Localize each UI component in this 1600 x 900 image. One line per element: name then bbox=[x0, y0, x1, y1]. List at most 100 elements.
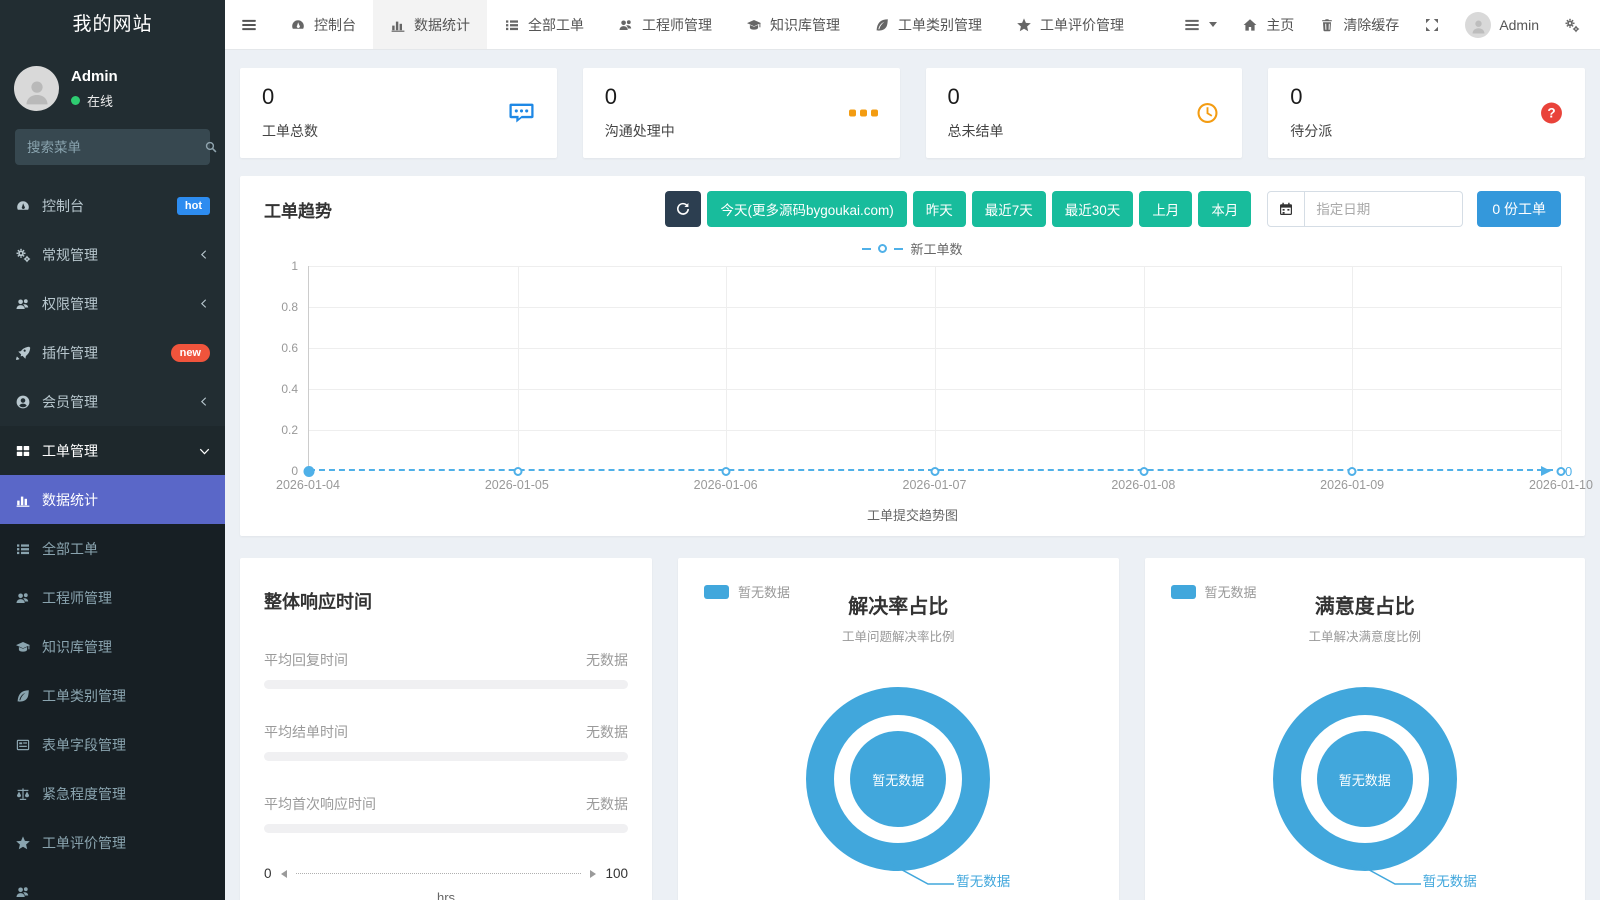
line-chart: 1 0.8 0.6 0.4 0.2 0 bbox=[264, 266, 1561, 471]
tab-knowledge[interactable]: 知识库管理 bbox=[729, 0, 857, 49]
ticket-count-button[interactable]: 0 份工单 bbox=[1477, 191, 1561, 227]
gauge-icon bbox=[290, 17, 306, 33]
balance-scale-icon bbox=[15, 786, 31, 802]
refresh-button[interactable] bbox=[665, 191, 701, 227]
fullscreen-button[interactable] bbox=[1424, 17, 1440, 33]
sidebar-item-members[interactable]: 会员管理 bbox=[0, 377, 225, 426]
sidebar-submenu: 数据统计 全部工单 工程师管理 知识库管理 工单类别管理 表单字段管理 紧急程度… bbox=[0, 475, 225, 900]
metric-value: 无数据 bbox=[586, 794, 628, 814]
sidebar-subitem-form-fields[interactable]: 表单字段管理 bbox=[0, 720, 225, 769]
sidebar-toggle-button[interactable] bbox=[225, 0, 273, 49]
pie-legend[interactable]: 暂无数据 bbox=[1171, 582, 1257, 601]
tab-dashboard[interactable]: 控制台 bbox=[273, 0, 373, 49]
pie-subtitle: 工单问题解决率比例 bbox=[702, 626, 1095, 645]
sidebar-subitem-all-tickets[interactable]: 全部工单 bbox=[0, 524, 225, 573]
last30-button[interactable]: 最近30天 bbox=[1052, 191, 1134, 227]
avatar bbox=[14, 66, 59, 111]
today-button[interactable]: 今天(更多源码bygoukai.com) bbox=[707, 191, 906, 227]
sidebar-subitem-statistics[interactable]: 数据统计 bbox=[0, 475, 225, 524]
y-axis-labels: 1 0.8 0.6 0.4 0.2 0 bbox=[264, 266, 308, 471]
gauge-icon bbox=[15, 198, 31, 214]
user-menu[interactable]: Admin bbox=[1465, 12, 1539, 38]
expand-icon bbox=[1424, 17, 1440, 33]
clear-cache-link[interactable]: 清除缓存 bbox=[1319, 15, 1399, 35]
new-badge: new bbox=[171, 344, 210, 362]
tab-categories[interactable]: 工单类别管理 bbox=[857, 0, 999, 49]
sidebar-search[interactable] bbox=[15, 129, 210, 165]
user-status: 在线 bbox=[71, 91, 118, 110]
last-month-button[interactable]: 上月 bbox=[1139, 191, 1192, 227]
sidebar-subitem-knowledge[interactable]: 知识库管理 bbox=[0, 622, 225, 671]
data-point bbox=[304, 466, 315, 477]
sidebar-item-workorders[interactable]: 工单管理 bbox=[0, 426, 225, 475]
data-point bbox=[513, 467, 522, 476]
tab-ratings[interactable]: 工单评价管理 bbox=[999, 0, 1141, 49]
stack-menu-icon bbox=[1183, 16, 1201, 34]
tab-all-tickets[interactable]: 全部工单 bbox=[487, 0, 601, 49]
donut-center-label: 暂无数据 bbox=[1317, 731, 1413, 827]
sidebar: 我的网站 Admin 在线 控制台 hot 常规管理 权限管理 插件管理 bbox=[0, 0, 225, 900]
pie-legend[interactable]: 暂无数据 bbox=[704, 582, 790, 601]
sidebar-subitem-engineers[interactable]: 工程师管理 bbox=[0, 573, 225, 622]
list-icon bbox=[504, 17, 520, 33]
legend-label: 新工单数 bbox=[910, 239, 962, 258]
legend-marker-icon bbox=[878, 244, 887, 253]
sidebar-subitem-urgency[interactable]: 紧急程度管理 bbox=[0, 769, 225, 818]
resolution-rate-card: 暂无数据 解决率占比 工单问题解决率比例 暂无数据 暂无数据 bbox=[678, 558, 1119, 900]
last7-button[interactable]: 最近7天 bbox=[972, 191, 1046, 227]
leaf-icon bbox=[874, 17, 890, 33]
search-icon[interactable] bbox=[204, 140, 218, 154]
trend-toolbar: 今天(更多源码bygoukai.com) 昨天 最近7天 最近30天 上月 本月… bbox=[665, 191, 1561, 227]
bar-chart-icon bbox=[390, 17, 406, 33]
sidebar-subitem-categories[interactable]: 工单类别管理 bbox=[0, 671, 225, 720]
data-point bbox=[931, 467, 940, 476]
tab-engineers[interactable]: 工程师管理 bbox=[601, 0, 729, 49]
caret-down-icon bbox=[1209, 22, 1217, 27]
star-icon bbox=[1016, 17, 1032, 33]
this-month-button[interactable]: 本月 bbox=[1198, 191, 1251, 227]
callout-line-icon bbox=[1337, 856, 1427, 900]
tab-statistics[interactable]: 数据统计 bbox=[373, 0, 487, 49]
metric-value: 无数据 bbox=[586, 722, 628, 742]
sidebar-subitem-ratings[interactable]: 工单评价管理 bbox=[0, 818, 225, 867]
end-value-label: 0 bbox=[1565, 464, 1572, 479]
date-input[interactable] bbox=[1305, 191, 1463, 227]
calendar-addon[interactable] bbox=[1267, 191, 1305, 227]
settings-button[interactable] bbox=[1564, 17, 1580, 33]
page-content: 0 工单总数 0 沟通处理中 0 总未结单 0 待分派 bbox=[225, 50, 1600, 900]
refresh-icon bbox=[675, 201, 691, 217]
brand-title: 我的网站 bbox=[0, 0, 225, 50]
stat-card-unresolved: 0 总未结单 bbox=[926, 68, 1243, 158]
stat-card-pending: 0 待分派 bbox=[1268, 68, 1585, 158]
sidebar-item-permission[interactable]: 权限管理 bbox=[0, 279, 225, 328]
chart-legend[interactable]: 新工单数 bbox=[264, 239, 1561, 258]
chevron-left-icon bbox=[199, 298, 210, 309]
hamburger-icon bbox=[240, 16, 258, 34]
progress-track bbox=[264, 752, 628, 761]
users-icon bbox=[15, 296, 31, 312]
sidebar-item-general[interactable]: 常规管理 bbox=[0, 230, 225, 279]
legend-swatch-icon bbox=[1171, 585, 1196, 599]
donut-chart: 暂无数据 bbox=[1273, 687, 1457, 871]
callout-line-icon bbox=[870, 856, 960, 900]
ellipsis-icon bbox=[849, 110, 878, 117]
tabs-dropdown-button[interactable] bbox=[1183, 16, 1217, 34]
avatar bbox=[1465, 12, 1491, 38]
clock-icon bbox=[1195, 101, 1220, 126]
sidebar-menu: 控制台 hot 常规管理 权限管理 插件管理 new 会员管理 工单管理 bbox=[0, 181, 225, 475]
yesterday-button[interactable]: 昨天 bbox=[913, 191, 966, 227]
gears-icon bbox=[1564, 17, 1580, 33]
home-link[interactable]: 主页 bbox=[1242, 15, 1294, 35]
chevron-down-icon bbox=[199, 445, 210, 456]
metric-label: 平均首次响应时间 bbox=[264, 794, 376, 814]
search-input[interactable] bbox=[27, 140, 204, 155]
list-icon bbox=[15, 541, 31, 557]
leaf-icon bbox=[15, 688, 31, 704]
sidebar-item-dashboard[interactable]: 控制台 hot bbox=[0, 181, 225, 230]
trash-icon bbox=[1319, 17, 1335, 33]
chart-caption: 工单提交趋势图 bbox=[264, 505, 1561, 524]
navbar-right: 主页 清除缓存 Admin bbox=[1183, 0, 1600, 49]
sidebar-item-plugins[interactable]: 插件管理 new bbox=[0, 328, 225, 377]
sidebar-subitem-partial[interactable] bbox=[0, 867, 225, 900]
gears-icon bbox=[15, 247, 31, 263]
